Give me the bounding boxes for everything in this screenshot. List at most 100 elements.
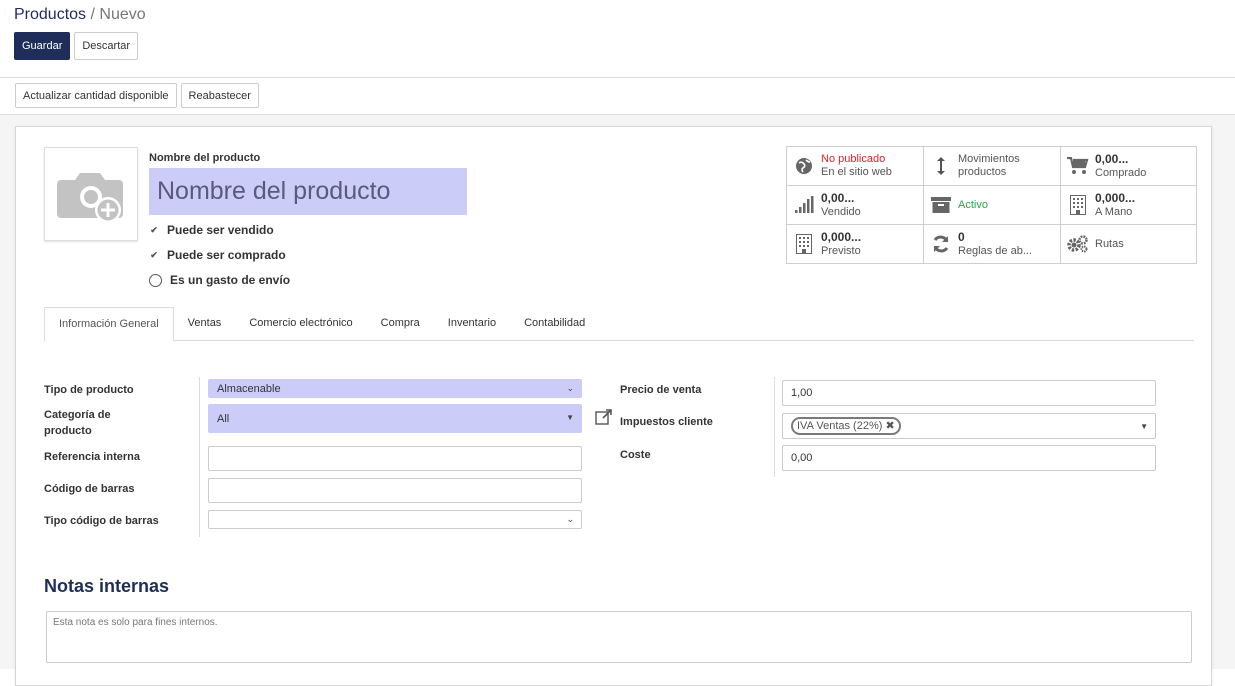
breadcrumb: Productos / Nuevo (14, 6, 1219, 24)
website-label: En el sitio web (821, 166, 892, 178)
tab-general-info[interactable]: Información General (44, 307, 174, 342)
can-be-purchased-row[interactable]: ✔ Puede ser comprado (149, 248, 286, 262)
can-be-sold-label: Puede ser vendido (167, 223, 274, 237)
discard-button[interactable]: Descartar (74, 32, 139, 60)
sale-price-value: 1,00 (791, 387, 813, 399)
tab-accounting[interactable]: Contabilidad (510, 307, 599, 340)
smart-buttons: No publicado En el sitio web Movimientos p… (786, 146, 1197, 264)
barcode-label: Código de barras (44, 483, 135, 495)
chevron-down-icon: ⌄ (566, 514, 574, 524)
product-image[interactable] (44, 147, 138, 241)
reorder-label: Reglas de ab... (958, 244, 1032, 257)
remove-tag-icon[interactable]: ✖ (885, 420, 894, 432)
active-toggle-button[interactable]: Activo (923, 185, 1061, 225)
website-status: No publicado (821, 153, 886, 165)
product-type-label: Tipo de producto (44, 384, 134, 396)
notebook-tabs: Información General Ventas Comercio elec… (44, 307, 1194, 342)
barcode-input[interactable] (208, 478, 582, 503)
chevron-down-icon: ⌄ (566, 383, 574, 393)
is-shipping-row[interactable]: Es un gasto de envío (149, 273, 290, 287)
tab-sales[interactable]: Ventas (174, 307, 236, 340)
gears-icon (1067, 233, 1089, 255)
cost-value: 0,00 (791, 452, 813, 464)
breadcrumb-separator: / (90, 6, 95, 23)
category-select[interactable]: All ▼ (208, 404, 582, 433)
form-sheet: Nombre del producto ✔ Puede ser vendido … (15, 126, 1212, 686)
status-bar: Actualizar cantidad disponible Reabastec… (0, 79, 1235, 115)
sale-price-input[interactable]: 1,00 (782, 380, 1156, 406)
customer-taxes-label: Impuestos cliente (620, 416, 713, 428)
checkbox-checked-icon[interactable]: ✔ (149, 225, 159, 236)
forecast-button[interactable]: 0,000... Previsto (786, 224, 924, 264)
globe-icon (793, 155, 815, 177)
save-button[interactable]: Guardar (14, 32, 71, 60)
tax-tag-label: IVA Ventas (22%) (797, 420, 883, 432)
update-quantity-button[interactable]: Actualizar cantidad disponible (15, 83, 177, 108)
control-panel: Productos / Nuevo Guardar Descartar (0, 0, 1235, 78)
product-moves-button[interactable]: Movimientos productos (923, 146, 1061, 186)
active-label: Activo (958, 198, 988, 211)
can-be-purchased-label: Puede ser comprado (167, 248, 286, 262)
forecast-value: 0,000... (821, 230, 862, 244)
purchased-label: Comprado (1095, 166, 1147, 179)
category-label: Categoría de producto (44, 407, 111, 439)
tab-purchase[interactable]: Compra (367, 307, 434, 340)
product-name-input[interactable] (149, 168, 467, 215)
shopping-cart-icon (1067, 155, 1089, 177)
sold-button[interactable]: 0,00... Vendido (786, 185, 924, 225)
caret-down-icon: ▼ (566, 413, 574, 422)
building-icon (793, 233, 815, 255)
archive-icon (930, 194, 952, 216)
signal-bars-icon (793, 194, 815, 216)
external-link-icon[interactable] (595, 409, 613, 428)
tab-inventory[interactable]: Inventario (434, 307, 510, 340)
internal-notes-title: Notas internas (44, 576, 170, 596)
checkbox-unchecked-icon[interactable] (149, 273, 162, 287)
refresh-icon (930, 233, 952, 255)
tab-ecommerce[interactable]: Comercio electrónico (235, 307, 366, 340)
forecast-label: Previsto (821, 244, 861, 257)
on-hand-label: A Mano (1095, 205, 1133, 218)
sold-label: Vendido (821, 205, 861, 218)
is-shipping-label: Es un gasto de envío (170, 273, 291, 287)
internal-reference-label: Referencia interna (44, 451, 140, 463)
routes-label: Rutas (1095, 237, 1124, 250)
caret-down-icon: ▼ (1140, 422, 1148, 431)
on-hand-value: 0,000... (1095, 191, 1136, 205)
divider (199, 377, 200, 537)
breadcrumb-parent[interactable]: Productos (14, 6, 86, 23)
product-type-select[interactable]: Almacenable ⌄ (208, 379, 582, 398)
product-name-label: Nombre del producto (149, 152, 261, 164)
internal-notes-placeholder: Esta nota es solo para fines internos. (53, 617, 218, 628)
category-label-line2: producto (44, 425, 92, 437)
internal-notes-textarea[interactable]: Esta nota es solo para fines internos. (46, 611, 1192, 663)
category-value: All (217, 412, 230, 425)
breadcrumb-current: Nuevo (99, 6, 146, 23)
up-down-arrow-icon (930, 155, 952, 177)
barcode-type-label: Tipo código de barras (44, 515, 159, 527)
replenish-button[interactable]: Reabastecer (180, 83, 259, 108)
website-published-button[interactable]: No publicado En el sitio web (786, 146, 924, 186)
product-type-value: Almacenable (217, 382, 281, 395)
on-hand-button[interactable]: 0,000... A Mano (1060, 185, 1197, 225)
internal-reference-input[interactable] (208, 446, 582, 471)
can-be-sold-row[interactable]: ✔ Puede ser vendido (149, 223, 274, 237)
routes-button[interactable]: Rutas (1060, 224, 1197, 264)
building-icon (1067, 194, 1089, 216)
reorder-value: 0 (958, 230, 965, 244)
sold-value: 0,00... (821, 191, 855, 205)
customer-taxes-input[interactable]: IVA Ventas (22%) ✖ ▼ (782, 413, 1156, 439)
cost-label: Coste (620, 449, 651, 461)
barcode-type-select[interactable]: ⌄ (208, 510, 582, 529)
purchased-button[interactable]: 0,00... Comprado (1060, 146, 1197, 186)
purchased-value: 0,00... (1095, 152, 1129, 166)
checkbox-checked-icon[interactable]: ✔ (149, 250, 159, 261)
moves-line2: productos (958, 166, 1007, 178)
sale-price-label: Precio de venta (620, 384, 702, 396)
cost-input[interactable]: 0,00 (782, 445, 1156, 471)
divider (774, 377, 775, 477)
category-label-line1: Categoría de (44, 409, 111, 421)
camera-add-icon (57, 173, 123, 223)
tax-tag[interactable]: IVA Ventas (22%) ✖ (791, 417, 901, 435)
reordering-rules-button[interactable]: 0 Reglas de ab... (923, 224, 1061, 264)
